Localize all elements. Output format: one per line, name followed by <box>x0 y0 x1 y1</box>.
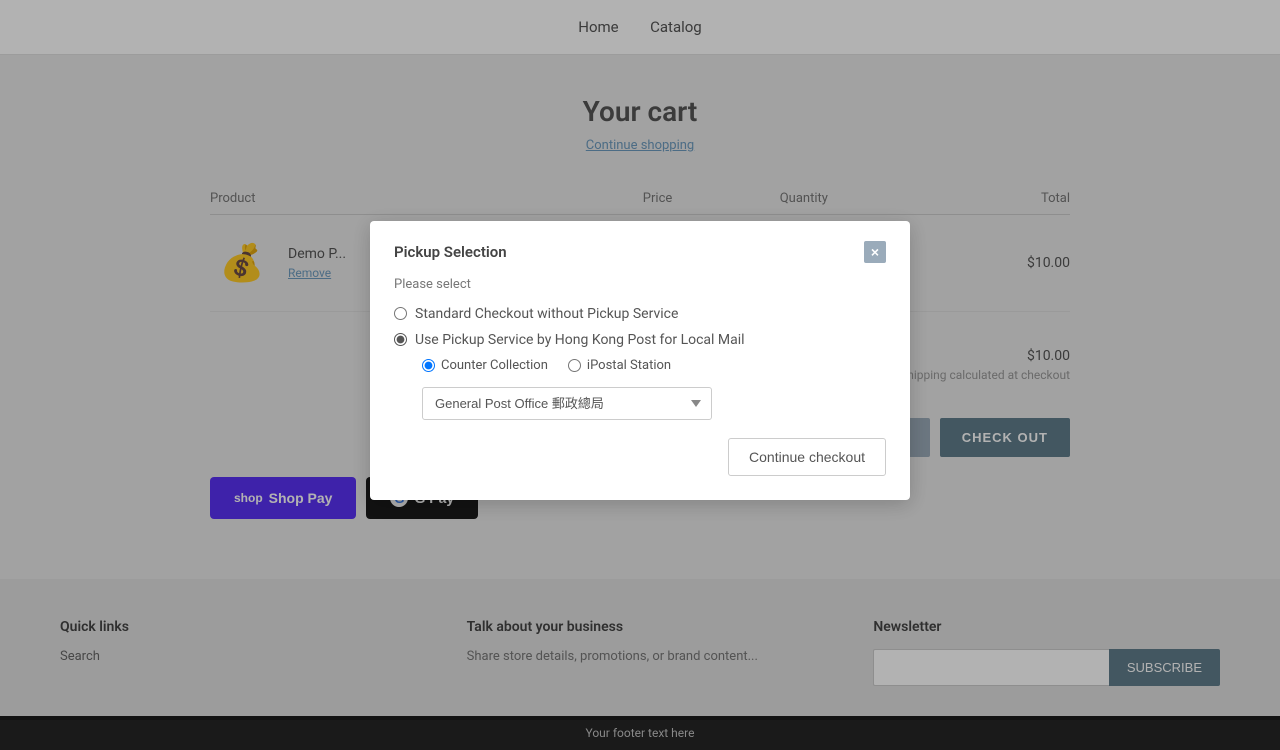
modal-title: Pickup Selection <box>394 243 507 261</box>
sub-radio-group: Counter Collection iPostal Station <box>422 358 886 373</box>
standard-checkout-option[interactable]: Standard Checkout without Pickup Service <box>394 306 886 322</box>
counter-label: Counter Collection <box>441 358 548 373</box>
location-select[interactable]: General Post Office 郵政總局 Wan Chai Post O… <box>422 387 712 420</box>
modal-close-button[interactable]: × <box>864 241 886 263</box>
counter-radio[interactable] <box>422 359 435 372</box>
pickup-modal: Pickup Selection × Please select Standar… <box>370 221 910 500</box>
continue-checkout-button[interactable]: Continue checkout <box>728 438 886 476</box>
ipostal-label: iPostal Station <box>587 358 671 373</box>
modal-header: Pickup Selection × <box>394 241 886 263</box>
modal-subtitle: Please select <box>394 277 886 292</box>
pickup-service-label: Use Pickup Service by Hong Kong Post for… <box>415 332 745 348</box>
modal-overlay[interactable]: Pickup Selection × Please select Standar… <box>0 0 1280 720</box>
location-select-wrap: General Post Office 郵政總局 Wan Chai Post O… <box>422 387 886 420</box>
ipostal-option[interactable]: iPostal Station <box>568 358 671 373</box>
standard-checkout-label: Standard Checkout without Pickup Service <box>415 306 678 322</box>
ipostal-radio[interactable] <box>568 359 581 372</box>
pickup-radio[interactable] <box>394 333 407 346</box>
counter-collection-option[interactable]: Counter Collection <box>422 358 548 373</box>
bottom-bar-text: Your footer text here <box>586 726 695 740</box>
pickup-service-option[interactable]: Use Pickup Service by Hong Kong Post for… <box>394 332 886 348</box>
standard-radio[interactable] <box>394 307 407 320</box>
bottom-bar: Your footer text here <box>0 716 1280 750</box>
modal-footer: Continue checkout <box>394 438 886 476</box>
